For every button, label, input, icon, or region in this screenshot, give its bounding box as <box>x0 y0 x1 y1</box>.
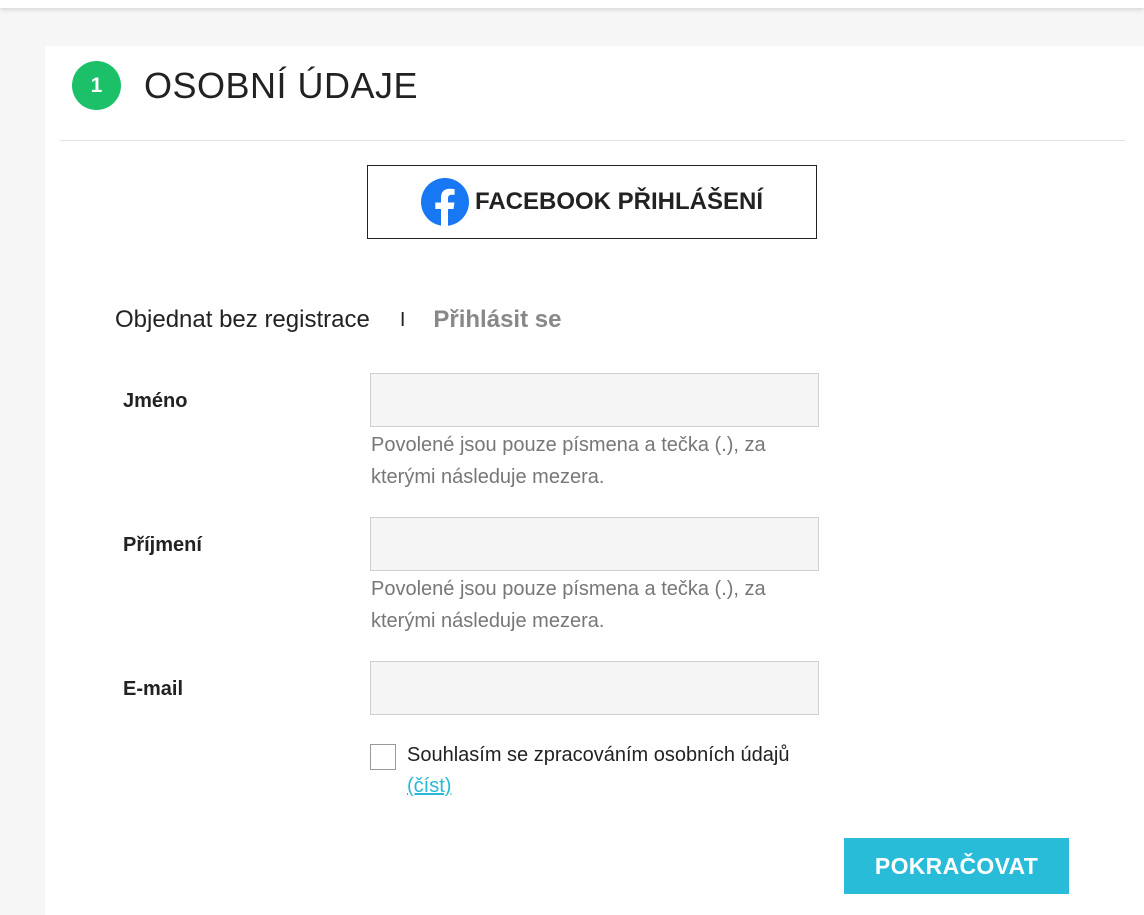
divider <box>60 140 1125 141</box>
page-title: OSOBNÍ ÚDAJE <box>144 64 419 106</box>
last-name-hint: Povolené jsou pouze písmena a tečka (.),… <box>371 578 766 632</box>
email-input[interactable] <box>370 661 819 715</box>
consent-text: Souhlasím se zpracováním osobních údajů … <box>407 740 827 802</box>
first-name-label: Jméno <box>123 390 188 412</box>
step-number-badge: 1 <box>72 61 121 110</box>
facebook-icon <box>420 178 469 226</box>
tab-separator: I <box>399 308 406 331</box>
facebook-login-label: FACEBOOK PŘIHLÁŠENÍ <box>474 188 764 215</box>
first-name-hint: Povolené jsou pouze písmena a tečka (.),… <box>371 434 766 488</box>
consent-checkbox[interactable] <box>370 744 396 770</box>
continue-button[interactable]: POKRAČOVAT <box>844 838 1069 894</box>
last-name-label: Příjmení <box>123 534 202 556</box>
consent-label: Souhlasím se zpracováním osobních údajů <box>407 744 790 766</box>
checkout-mode-tabs: Objednat bez registrace I Přihlásit se <box>115 302 561 338</box>
facebook-login-button[interactable]: FACEBOOK PŘIHLÁŠENÍ <box>367 165 817 239</box>
top-bar <box>0 0 1144 8</box>
email-label: E-mail <box>123 678 184 700</box>
tab-guest-order[interactable]: Objednat bez registrace <box>115 306 370 334</box>
personal-data-panel: 1 OSOBNÍ ÚDAJE FACEBOOK PŘIHLÁŠENÍ Objed… <box>45 46 1144 915</box>
consent-read-link[interactable]: (číst) <box>407 775 451 797</box>
first-name-input[interactable] <box>370 373 819 427</box>
last-name-input[interactable] <box>370 517 819 571</box>
tab-login[interactable]: Přihlásit se <box>433 306 561 334</box>
